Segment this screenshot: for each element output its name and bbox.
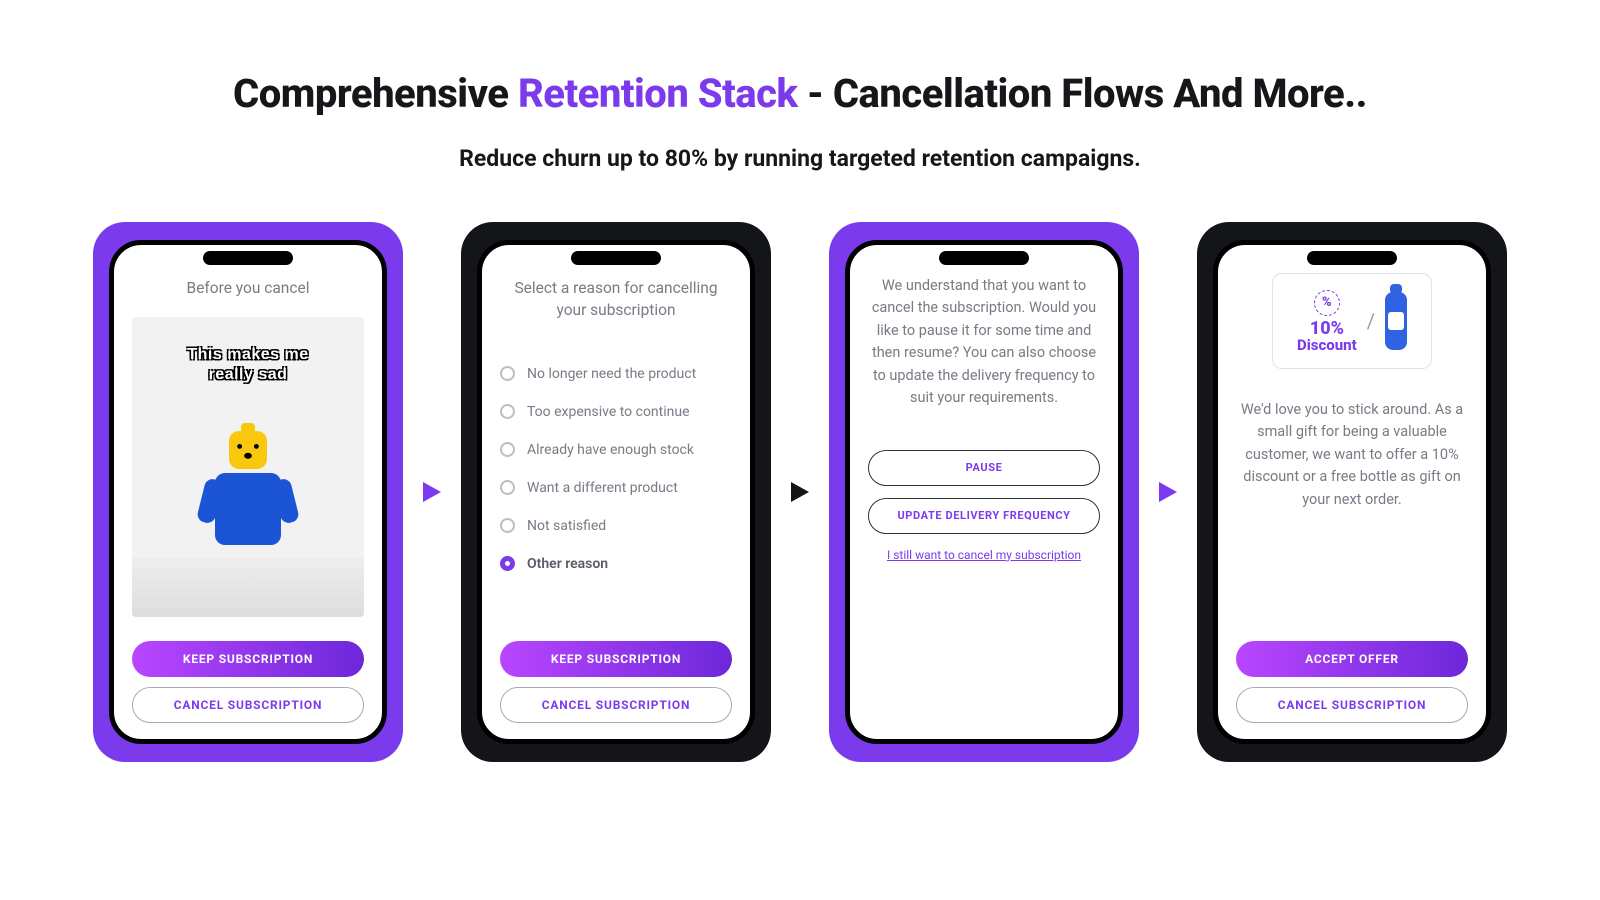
phone-frame: We understand that you want to cancel th… xyxy=(845,240,1123,744)
radio-icon xyxy=(500,366,515,381)
cancel-reason-option[interactable]: Too expensive to continue xyxy=(500,404,732,420)
card4-paragraph: We'd love you to stick around. As a smal… xyxy=(1236,399,1468,511)
bottle-icon xyxy=(1385,292,1407,350)
discount-percent: 10% xyxy=(1310,320,1344,338)
option-label: Too expensive to continue xyxy=(527,404,690,420)
cancel-reason-option[interactable]: Already have enough stock xyxy=(500,442,732,458)
cancel-subscription-button[interactable]: CANCEL SUBSCRIPTION xyxy=(1236,687,1468,723)
pause-button[interactable]: PAUSE xyxy=(868,450,1100,486)
still-cancel-link[interactable]: I still want to cancel my subscription xyxy=(868,548,1100,562)
flow-card-1: Before you cancel This makes me really s… xyxy=(93,222,403,762)
phone-notch xyxy=(1307,251,1397,265)
lego-figure-icon xyxy=(215,431,281,545)
radio-icon xyxy=(500,442,515,457)
phone-frame: Before you cancel This makes me really s… xyxy=(109,240,387,744)
cancel-subscription-button[interactable]: CANCEL SUBSCRIPTION xyxy=(500,687,732,723)
flow-arrow-icon xyxy=(1157,480,1179,504)
cancel-reason-option[interactable]: Not satisfied xyxy=(500,518,732,534)
cancel-reason-option[interactable]: Want a different product xyxy=(500,480,732,496)
option-label: Not satisfied xyxy=(527,518,606,534)
phone-frame: Select a reason for cancelling your subs… xyxy=(477,240,755,744)
cancel-subscription-button[interactable]: CANCEL SUBSCRIPTION xyxy=(132,687,364,723)
heading-accent: Retention Stack xyxy=(518,70,798,117)
radio-icon xyxy=(500,518,515,533)
flow-arrow-icon xyxy=(421,480,443,504)
phone-notch xyxy=(571,251,661,265)
cancel-reason-option[interactable]: No longer need the product xyxy=(500,366,732,382)
option-label: No longer need the product xyxy=(527,366,696,382)
offer-box: % 10% Discount / xyxy=(1272,273,1432,369)
heading-pre: Comprehensive xyxy=(233,70,518,117)
card1-title: Before you cancel xyxy=(132,277,364,299)
slash-divider: / xyxy=(1367,309,1375,333)
meme-image: This makes me really sad xyxy=(132,317,364,617)
card3-paragraph: We understand that you want to cancel th… xyxy=(868,275,1100,410)
discount-label: Discount xyxy=(1297,338,1357,353)
flow-card-3: We understand that you want to cancel th… xyxy=(829,222,1139,762)
page-subheading: Reduce churn up to 80% by running target… xyxy=(60,145,1540,172)
cards-row: Before you cancel This makes me really s… xyxy=(60,222,1540,762)
flow-card-4: % 10% Discount / We'd love you to stick … xyxy=(1197,222,1507,762)
flow-card-2: Select a reason for cancelling your subs… xyxy=(461,222,771,762)
radio-icon xyxy=(500,480,515,495)
flow-arrow-icon xyxy=(789,480,811,504)
phone-notch xyxy=(939,251,1029,265)
discount-badge: % 10% Discount xyxy=(1297,290,1357,353)
page-heading: Comprehensive Retention Stack - Cancella… xyxy=(60,70,1540,117)
cancel-reason-list: No longer need the product Too expensive… xyxy=(500,344,732,641)
option-label: Want a different product xyxy=(527,480,678,496)
heading-post: - Cancellation Flows And More.. xyxy=(798,70,1367,117)
meme-caption: This makes me really sad xyxy=(187,345,308,385)
keep-subscription-button[interactable]: KEEP SUBSCRIPTION xyxy=(500,641,732,677)
cancel-reason-option-selected[interactable]: Other reason xyxy=(500,556,732,572)
phone-notch xyxy=(203,251,293,265)
option-label: Already have enough stock xyxy=(527,442,694,458)
radio-icon xyxy=(500,404,515,419)
keep-subscription-button[interactable]: KEEP SUBSCRIPTION xyxy=(132,641,364,677)
card2-title: Select a reason for cancelling your subs… xyxy=(500,277,732,322)
phone-frame: % 10% Discount / We'd love you to stick … xyxy=(1213,240,1491,744)
update-frequency-button[interactable]: UPDATE DELIVERY FREQUENCY xyxy=(868,498,1100,534)
accept-offer-button[interactable]: ACCEPT OFFER xyxy=(1236,641,1468,677)
coupon-icon: % xyxy=(1314,290,1340,316)
radio-icon xyxy=(500,556,515,571)
option-label: Other reason xyxy=(527,556,608,572)
